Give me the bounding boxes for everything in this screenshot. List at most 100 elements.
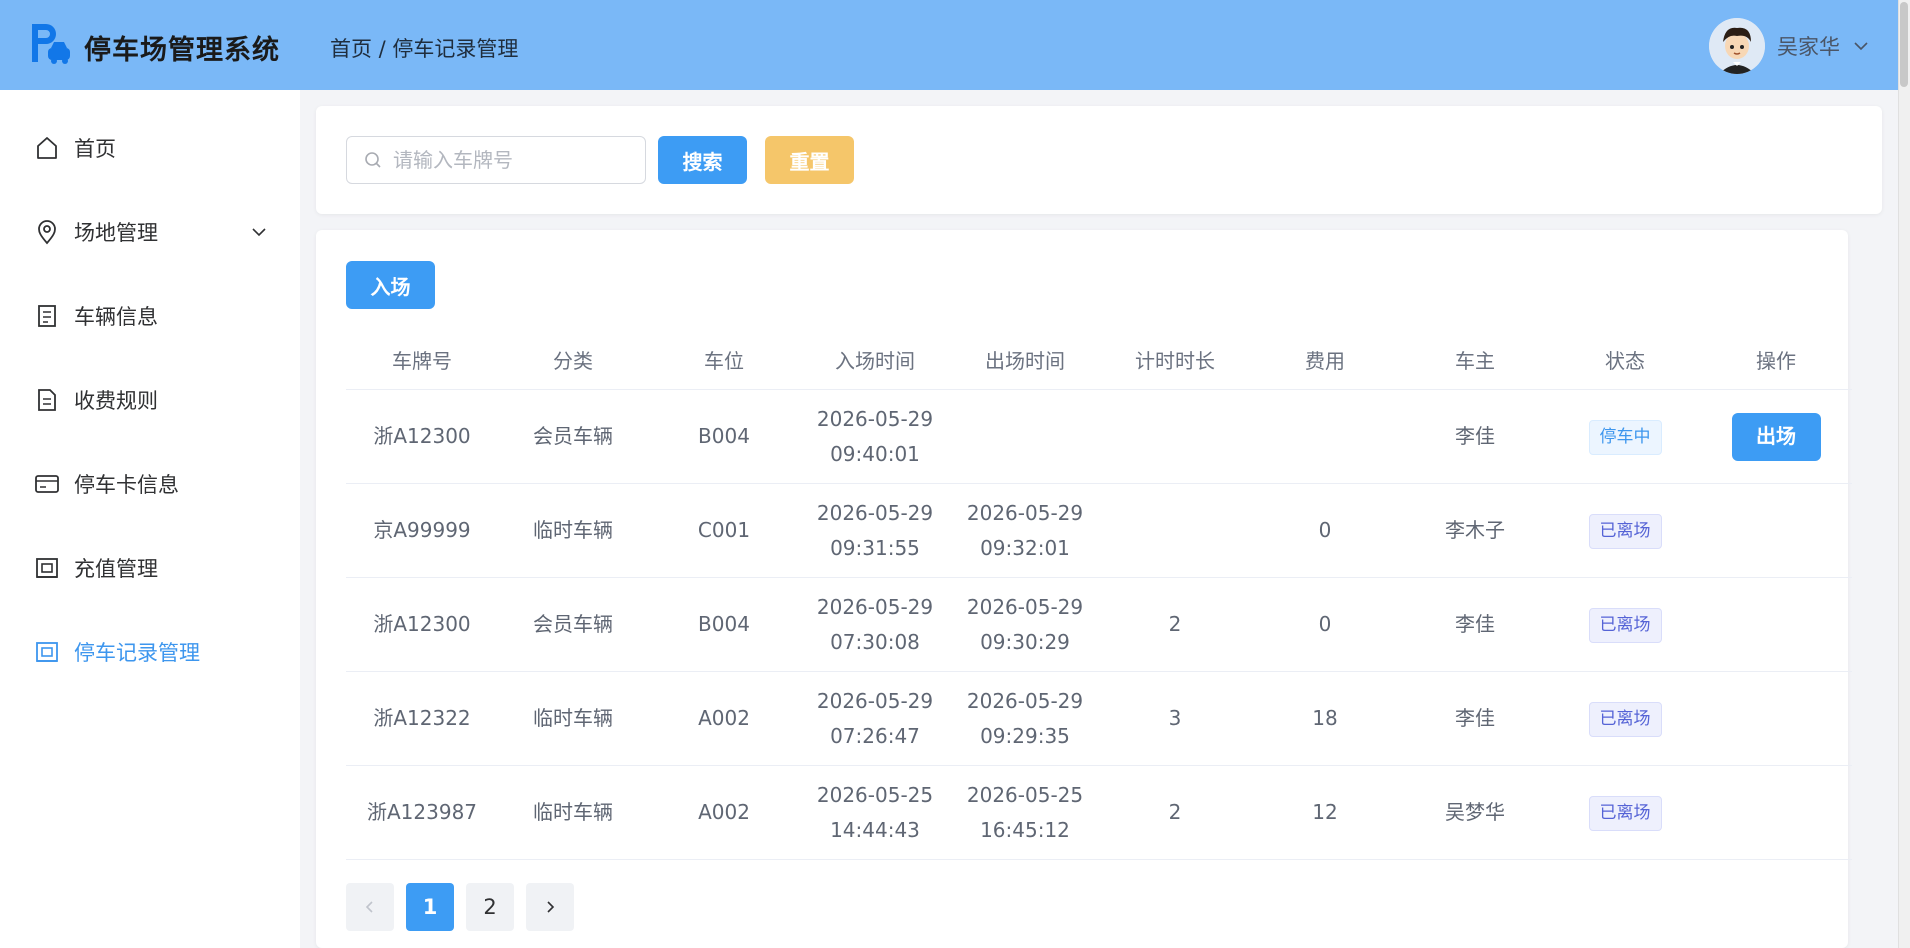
avatar[interactable] — [1709, 18, 1765, 74]
sidebar-item-label: 收费规则 — [74, 389, 158, 413]
fee-cell: 18 — [1312, 706, 1338, 730]
entry-time-cell: 2026-05-29 07:30:08 — [800, 590, 950, 660]
next-page-button[interactable] — [526, 883, 574, 931]
status-cell: 已离场 — [1550, 794, 1700, 831]
duration-cell: 2 — [1168, 800, 1182, 824]
column-header[interactable]: 出场时间 — [950, 345, 1100, 374]
exit-button[interactable]: 出场 — [1731, 412, 1821, 461]
fee-cell: 0 — [1318, 612, 1332, 636]
fee-cell: 0 — [1318, 518, 1332, 542]
page-button[interactable]: 1 — [406, 883, 454, 931]
column-header[interactable]: 费用 — [1250, 345, 1400, 374]
home-icon — [37, 137, 57, 159]
column-header[interactable]: 车主 — [1400, 345, 1550, 374]
records-table: 车牌号 分类 车位 入场时间 出场时间 计时时长 费用 车主 状态 操作 浙A1… — [346, 330, 1852, 860]
search-box[interactable] — [346, 136, 646, 184]
space-cell: C001 — [697, 518, 751, 542]
page-button[interactable]: 2 — [466, 883, 514, 931]
space-cell: A002 — [698, 706, 750, 730]
chevron-down-icon[interactable] — [250, 223, 268, 241]
owner-cell: 吴梦华 — [1445, 800, 1505, 824]
entry-clock: 07:30:08 — [830, 629, 920, 654]
plate-search-input[interactable] — [393, 148, 623, 172]
status-badge: 已离场 — [1588, 608, 1662, 643]
sidebar-item-fee-rules[interactable]: 收费规则 — [34, 380, 158, 420]
exit-date: 2026-05-25 — [966, 782, 1084, 807]
column-header[interactable]: 车位 — [648, 345, 800, 374]
owner-cell: 李佳 — [1455, 424, 1495, 448]
table-row: 浙A12322 临时车辆 A002 2026-05-29 07:26:47 202… — [346, 672, 1852, 766]
username[interactable]: 吴家华 — [1777, 31, 1840, 61]
top-header: 停车场管理系统 首页 / 停车记录管理 吴家华 — [0, 0, 1910, 90]
exit-clock: 16:45:12 — [980, 817, 1070, 842]
exit-date: 2026-05-29 — [966, 500, 1084, 525]
table-row: 浙A12300 会员车辆 B004 2026-05-29 07:30:08 202… — [346, 578, 1852, 672]
entry-clock: 09:40:01 — [830, 441, 920, 466]
plate-cell: 京A99999 — [373, 518, 471, 542]
chevron-left-icon — [365, 901, 373, 913]
table-row: 浙A123987 临时车辆 A002 2026-05-25 14:44:43 20… — [346, 766, 1852, 860]
search-panel: 搜索 重置 — [316, 106, 1882, 214]
enter-button[interactable]: 入场 — [346, 261, 435, 309]
space-cell: A002 — [698, 800, 750, 824]
exit-time-cell: 2026-05-29 09:32:01 — [950, 496, 1100, 566]
status-cell: 停车中 — [1550, 418, 1700, 455]
page-scrollbar[interactable] — [1898, 0, 1910, 948]
status-cell: 已离场 — [1550, 512, 1700, 549]
user-menu[interactable]: 吴家华 — [1709, 16, 1870, 76]
plate-cell: 浙A12300 — [373, 424, 471, 448]
sidebar-item-parking-card[interactable]: 停车卡信息 — [34, 464, 179, 504]
space-cell: B004 — [698, 424, 750, 448]
exit-date: 2026-05-29 — [966, 688, 1084, 713]
chevron-down-icon[interactable] — [1852, 37, 1870, 55]
parking-logo-icon — [32, 24, 70, 64]
column-header[interactable]: 车牌号 — [346, 345, 498, 374]
status-badge: 已离场 — [1588, 702, 1662, 737]
plate-cell: 浙A12300 — [373, 612, 471, 636]
entry-date: 2026-05-29 — [816, 688, 934, 713]
column-header[interactable]: 分类 — [498, 345, 648, 374]
pagination: 1 2 — [346, 883, 574, 931]
entry-clock: 09:31:55 — [830, 535, 920, 560]
status-cell: 已离场 — [1550, 700, 1700, 737]
column-header[interactable]: 状态 — [1550, 345, 1700, 374]
app-title: 停车场管理系统 — [84, 35, 280, 66]
search-icon — [365, 152, 381, 168]
plate-cell: 浙A12322 — [373, 706, 471, 730]
scrollbar-thumb[interactable] — [1900, 2, 1908, 87]
category-cell: 临时车辆 — [533, 800, 613, 824]
sidebar-item-home[interactable]: 首页 — [34, 128, 116, 168]
table-header: 车牌号 分类 车位 入场时间 出场时间 计时时长 费用 车主 状态 操作 — [346, 330, 1852, 390]
entry-time-cell: 2026-05-29 09:31:55 — [800, 496, 950, 566]
chevron-right-icon — [547, 901, 555, 913]
sidebar-item-recharge[interactable]: 充值管理 — [34, 548, 158, 588]
column-header[interactable]: 操作 — [1700, 345, 1852, 374]
sidebar-item-label: 停车卡信息 — [74, 473, 179, 497]
prev-page-button[interactable] — [346, 883, 394, 931]
duration-cell: 3 — [1168, 706, 1182, 730]
search-button[interactable]: 搜索 — [658, 136, 747, 184]
sidebar-item-label: 首页 — [74, 137, 116, 161]
entry-date: 2026-05-29 — [816, 594, 934, 619]
document-icon — [38, 305, 56, 327]
entry-date: 2026-05-25 — [816, 782, 934, 807]
wallet-icon — [36, 642, 58, 662]
table-row: 浙A12300 会员车辆 B004 2026-05-29 09:40:01 李佳 … — [346, 390, 1852, 484]
exit-date: 2026-05-29 — [966, 594, 1084, 619]
exit-time-cell: 2026-05-25 16:45:12 — [950, 778, 1100, 848]
entry-date: 2026-05-29 — [816, 500, 934, 525]
sidebar-item-label: 车辆信息 — [74, 305, 158, 329]
owner-cell: 李佳 — [1455, 706, 1495, 730]
reset-button[interactable]: 重置 — [765, 136, 854, 184]
status-badge: 已离场 — [1588, 796, 1662, 831]
sidebar-item-vehicle-info[interactable]: 车辆信息 — [34, 296, 158, 336]
sidebar-item-parking-records[interactable]: 停车记录管理 — [34, 632, 200, 672]
credit-card-icon — [35, 475, 59, 493]
column-header[interactable]: 入场时间 — [800, 345, 950, 374]
column-header[interactable]: 计时时长 — [1100, 345, 1250, 374]
status-badge: 停车中 — [1588, 420, 1662, 455]
owner-cell: 李木子 — [1445, 518, 1505, 542]
document-icon — [38, 389, 56, 411]
sidebar-item-site-management[interactable]: 场地管理 — [34, 212, 158, 252]
exit-time-cell: 2026-05-29 09:30:29 — [950, 590, 1100, 660]
